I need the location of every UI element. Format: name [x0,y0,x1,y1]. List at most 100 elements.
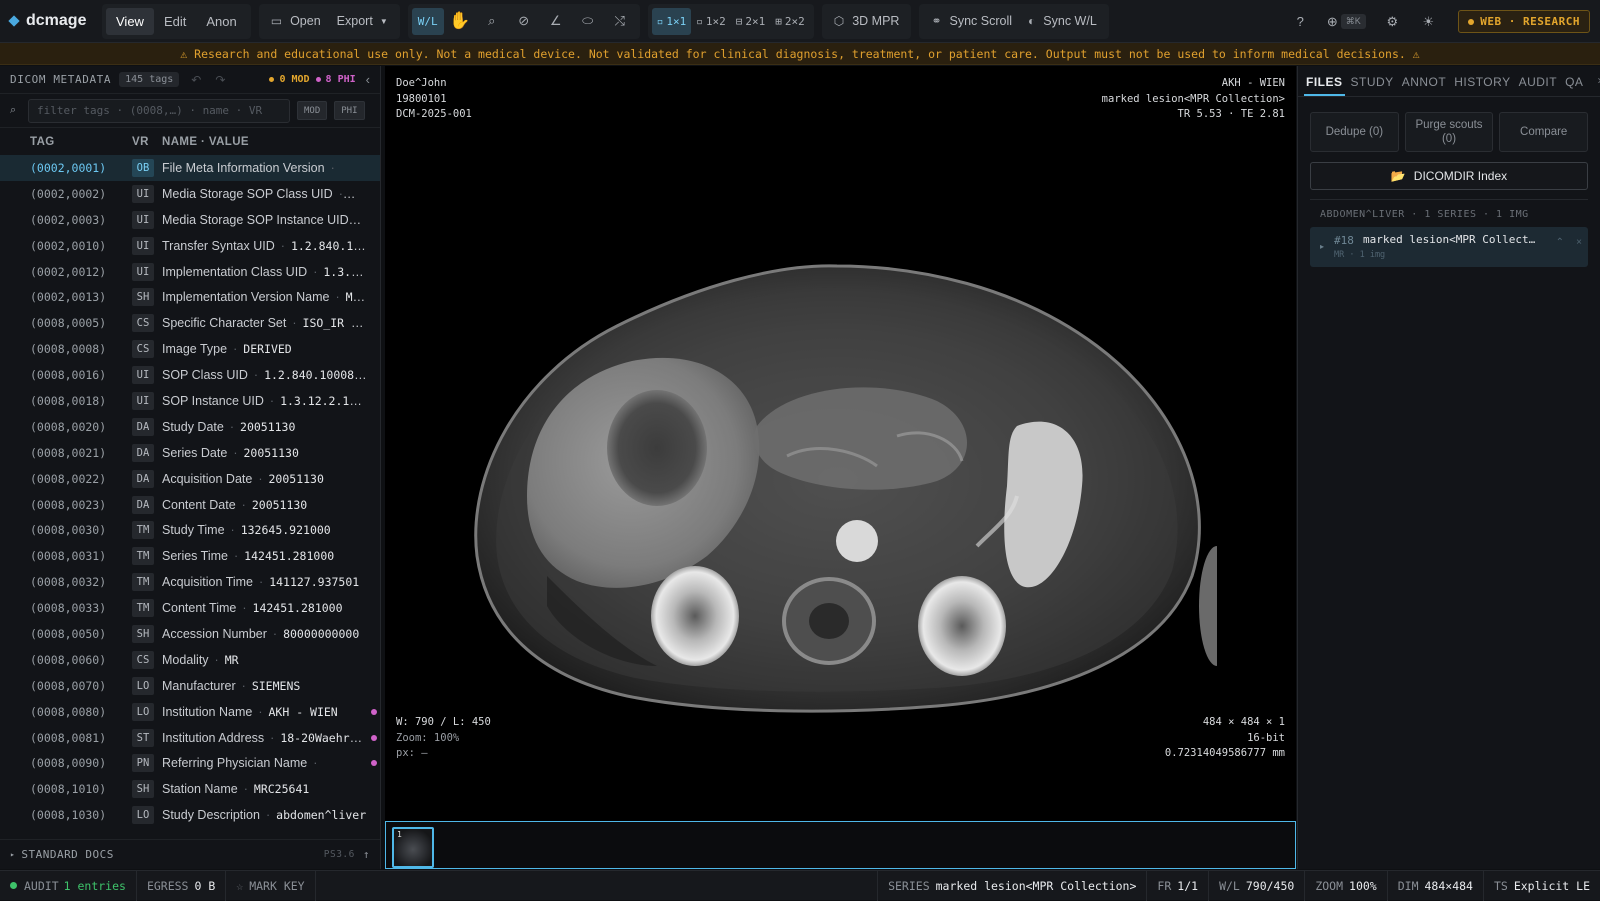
frame-thumbnail[interactable]: 1 [392,827,434,868]
tag-value[interactable]: AKH - WIEN [269,705,338,719]
tag-name-value[interactable]: Modality · MR [162,653,367,667]
table-row[interactable]: (0002,0013) SH Implementation Version Name… [0,284,380,310]
tab-audit[interactable]: AUDIT [1517,75,1560,96]
tag-name-value[interactable]: Station Name · MRC25641 [162,782,367,796]
tag-name-value[interactable]: Study Date · 20051130 [162,420,367,434]
tag-value[interactable]: 1.2.840.10008.5.1.4.1.1.4 [264,368,367,382]
table-row[interactable]: (0008,0031) TM Series Time · 142451.281000 [0,543,380,569]
tag-name-value[interactable]: Institution Address · 18-20Waehringer Guer… [162,731,367,745]
tag-name-value[interactable]: Transfer Syntax UID · 1.2.840.10008.1.2.1 [162,239,367,253]
dicomdir-index-button[interactable]: 📂 DICOMDIR Index [1310,162,1588,190]
table-row[interactable]: (0008,0030) TM Study Time · 132645.921000 [0,517,380,543]
layout-2x1-button[interactable]: ⊟ 2×1 [731,8,771,35]
tag-name-value[interactable]: Content Time · 142451.281000 [162,601,367,615]
table-row[interactable]: (0008,1030) LO Study Description · abdomen^l… [0,802,380,827]
tag-name-value[interactable]: Content Date · 20051130 [162,498,367,512]
tab-qa[interactable]: QA [1563,75,1585,96]
filter-mod-button[interactable]: MOD [297,101,328,120]
ellipse-icon[interactable]: ⬭ [572,8,604,35]
tag-name-value[interactable]: Media Storage SOP Class UID·1.2.840.1000… [162,187,367,201]
table-row[interactable]: (0008,1010) SH Station Name · MRC25641 [0,776,380,802]
tab-files[interactable]: FILES [1304,75,1345,96]
tag-value[interactable]: 132645.921000 [241,523,331,537]
layout-1x1-button[interactable]: ▫ 1×1 [651,7,692,35]
chevron-right-icon[interactable]: ▸ [1320,242,1324,251]
tag-value[interactable]: 20051130 [269,472,324,486]
tag-value[interactable]: 20051130 [252,498,307,512]
tag-value[interactable]: 20051130 [243,446,298,460]
menu-view[interactable]: View [106,7,154,35]
table-row[interactable]: (0008,0020) DA Study Date · 20051130 [0,414,380,440]
series-list-item[interactable]: ▸ #18 marked lesion<MPR Collection> MR ·… [1310,227,1588,267]
table-row[interactable]: (0008,0022) DA Acquisition Date · 20051130 [0,466,380,492]
tag-value[interactable]: 1.3.6.1.4.1.30071.8 [323,265,367,279]
tag-value[interactable]: 18-20Waehringer Guertel [280,731,367,745]
compare-button[interactable]: Compare [1499,112,1589,152]
table-row[interactable]: (0008,0016) UI SOP Class UID · 1.2.840.10008… [0,362,380,388]
tag-name-value[interactable]: SOP Class UID · 1.2.840.10008.5.1.4.1.1.4 [162,368,367,382]
redo-icon[interactable]: ↷ [215,73,225,87]
filter-phi-button[interactable]: PHI [334,101,365,120]
dedupe-button[interactable]: Dedupe (0) [1310,112,1399,152]
audit-status[interactable]: AUDIT 1 entries [0,870,137,901]
sync-wl-button[interactable]: ◐ Sync W/L [1020,8,1105,35]
app-logo[interactable]: dcmage [8,12,102,30]
tag-value[interactable]: 142451.281000 [253,601,343,615]
tag-name-value[interactable]: SOP Instance UID · 1.3.12.2.1107.5.2.30 [162,394,367,408]
column-name-value[interactable]: NAME · VALUE [162,136,249,148]
tag-value[interactable]: SIEMENS [252,679,300,693]
menu-edit[interactable]: Edit [154,8,196,35]
gear-icon[interactable]: ⚙ [1374,8,1410,35]
mark-key-button[interactable]: ☆ MARK KEY [226,870,316,901]
collapse-panel-icon[interactable]: ‹ [366,72,370,87]
image-viewport[interactable]: Doe^John 19800101 DCM-2025-001 AKH - WIE… [385,66,1296,821]
tag-name-value[interactable]: Implementation Class UID · 1.3.6.1.4.1.300… [162,265,367,279]
table-row[interactable]: (0008,0060) CS Modality · MR [0,647,380,673]
tag-name-value[interactable]: Accession Number · 80000000000 [162,627,367,641]
expand-up-icon[interactable]: ↑ [363,848,370,861]
tag-value[interactable]: MR [225,653,239,667]
column-tag[interactable]: TAG [0,136,132,148]
table-row[interactable]: (0008,0018) UI SOP Instance UID · 1.3.12.2.1… [0,388,380,414]
tag-name-value[interactable]: Referring Physician Name · [162,756,367,770]
tag-value[interactable]: 1.3.12.2.1107.5.2 [365,213,367,227]
table-row[interactable]: (0008,0008) CS Image Type · DERIVED [0,336,380,362]
table-row[interactable]: (0008,0023) DA Content Date · 20051130 [0,492,380,518]
table-row[interactable]: (0008,0070) LO Manufacturer · SIEMENS [0,673,380,699]
sync-scroll-button[interactable]: ⚭ Sync Scroll [923,8,1020,35]
column-vr[interactable]: VR [132,136,162,148]
close-icon[interactable]: × [1576,237,1582,248]
tag-name-value[interactable]: Image Type · DERIVED [162,342,367,356]
table-row[interactable]: (0008,0032) TM Acquisition Time · 141127.937… [0,569,380,595]
chevron-right-icon[interactable]: › [1589,73,1600,96]
tag-name-value[interactable]: File Meta Information Version · [162,161,367,175]
table-row[interactable]: (0008,0090) PN Referring Physician Name · [0,750,380,776]
table-row[interactable]: (0008,0050) SH Accession Number · 8000000000… [0,621,380,647]
tag-value[interactable]: 142451.281000 [244,549,334,563]
rotate-icon[interactable]: ⊘ [508,8,540,35]
table-row[interactable]: (0008,0081) ST Institution Address · 18-20Wa… [0,725,380,751]
export-button[interactable]: Export ▼ [329,8,396,35]
tag-value[interactable]: DERIVED [243,342,291,356]
tag-name-value[interactable]: Series Time · 142451.281000 [162,549,367,563]
phi-count[interactable]: 8 PHI [315,74,356,85]
tag-name-value[interactable]: Specific Character Set · ISO_IR 100 [162,316,367,330]
purge-scouts-button[interactable]: Purge scouts (0) [1404,112,1494,152]
pan-icon[interactable]: ✋ [444,8,476,35]
tag-value[interactable]: 1.2.840.10008.1.2.1 [291,239,367,253]
undo-icon[interactable]: ↶ [191,73,201,87]
tag-value[interactable]: 80000000000 [283,627,359,641]
command-palette-button[interactable]: ⊕ ⌘K [1318,8,1374,35]
tag-name-value[interactable]: Series Date · 20051130 [162,446,367,460]
tag-name-value[interactable]: Acquisition Date · 20051130 [162,472,367,486]
tag-value[interactable]: 141127.937501 [269,575,359,589]
reset-icon[interactable]: ⤭ [604,8,636,35]
tab-study[interactable]: STUDY [1349,75,1396,96]
tab-history[interactable]: HISTORY [1452,75,1512,96]
help-button[interactable]: ? [1282,8,1318,35]
table-row[interactable]: (0002,0012) UI Implementation Class UID · 1.… [0,259,380,285]
layout-1x2-button[interactable]: ▫ 1×2 [691,8,731,35]
theme-toggle-icon[interactable]: ☀ [1410,8,1446,35]
tag-value[interactable]: MRC25641 [254,782,309,796]
tag-value[interactable]: abdomen^liver [276,808,366,822]
